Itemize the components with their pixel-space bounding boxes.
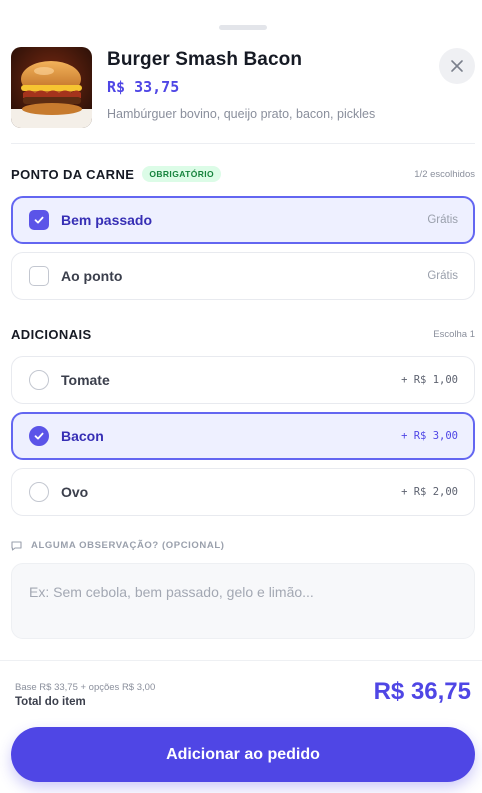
radio-checked-icon[interactable] <box>29 426 49 446</box>
product-price: R$ 33,75 <box>107 78 180 96</box>
option-bacon[interactable]: Bacon + R$ 3,00 <box>11 412 475 460</box>
option-label: Ovo <box>61 484 89 500</box>
close-button[interactable] <box>439 48 475 84</box>
note-textarea[interactable]: Ex: Sem cebola, bem passado, gelo e limã… <box>11 563 475 639</box>
comment-icon <box>11 540 22 551</box>
close-icon <box>451 60 463 72</box>
option-price: Grátis <box>427 214 458 226</box>
option-ao-ponto[interactable]: Ao ponto Grátis <box>11 252 475 300</box>
option-label: Bem passado <box>61 212 153 228</box>
option-label: Ao ponto <box>61 268 123 284</box>
option-price: + R$ 2,00 <box>401 486 458 498</box>
checkbox-checked-icon[interactable] <box>29 210 49 230</box>
product-image <box>11 47 92 128</box>
radio-icon[interactable] <box>29 370 49 390</box>
option-bem-passado[interactable]: Bem passado Grátis <box>11 196 475 244</box>
option-tomate[interactable]: Tomate + R$ 1,00 <box>11 356 475 404</box>
option-label: Bacon <box>61 428 104 444</box>
footer-divider <box>0 660 482 661</box>
required-badge: OBRIGATÓRIO <box>142 166 222 182</box>
drag-handle[interactable] <box>219 25 267 30</box>
product-title: Burger Smash Bacon <box>107 49 303 70</box>
selection-count: 1/2 escolhidos <box>414 168 475 180</box>
checkbox-icon[interactable] <box>29 266 49 286</box>
total-label: Total do item <box>15 696 86 708</box>
selection-hint: Escolha 1 <box>433 328 475 340</box>
note-placeholder: Ex: Sem cebola, bem passado, gelo e limã… <box>29 584 314 600</box>
product-header: Burger Smash Bacon R$ 33,75 Hambúrguer b… <box>11 47 475 129</box>
total-value: R$ 36,75 <box>373 678 471 705</box>
radio-icon[interactable] <box>29 482 49 502</box>
option-price: + R$ 1,00 <box>401 374 458 386</box>
header-divider <box>11 143 475 144</box>
section-header-extras: ADICIONAIS Escolha 1 <box>11 324 475 344</box>
note-label-text: ALGUMA OBSERVAÇÃO? (OPCIONAL) <box>31 540 225 551</box>
add-to-order-label: Adicionar ao pedido <box>166 745 320 763</box>
price-breakdown: Base R$ 33,75 + opções R$ 3,00 <box>15 682 156 693</box>
option-price: Grátis <box>427 270 458 282</box>
option-price: + R$ 3,00 <box>401 430 458 442</box>
option-label: Tomate <box>61 372 110 388</box>
add-to-order-button[interactable]: Adicionar ao pedido <box>11 727 475 782</box>
section-title: PONTO DA CARNE <box>11 166 135 182</box>
note-label: ALGUMA OBSERVAÇÃO? (OPCIONAL) <box>11 540 225 551</box>
section-header-meat: PONTO DA CARNE OBRIGATÓRIO 1/2 escolhido… <box>11 164 475 184</box>
product-description: Hambúrguer bovino, queijo prato, bacon, … <box>107 107 376 121</box>
option-ovo[interactable]: Ovo + R$ 2,00 <box>11 468 475 516</box>
section-title: ADICIONAIS <box>11 326 92 342</box>
